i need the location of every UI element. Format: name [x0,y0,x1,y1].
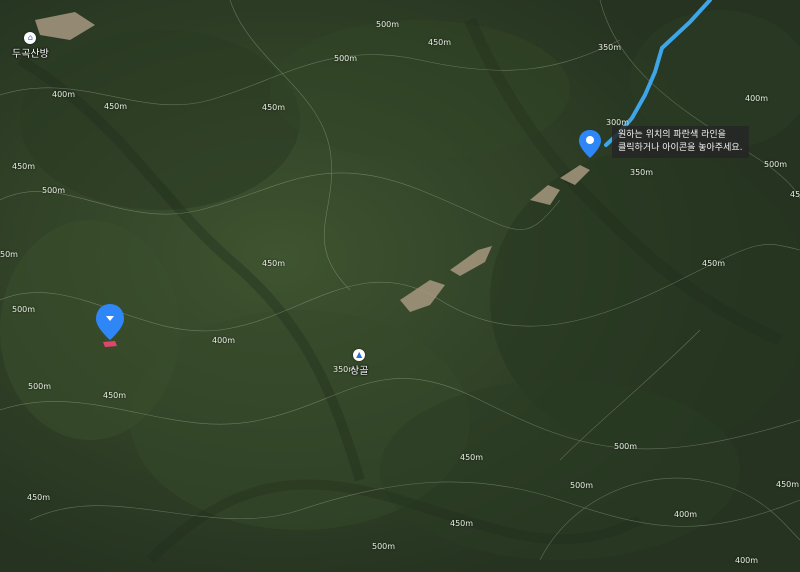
contour-label: 450m [428,38,452,47]
contour-label: 500m [334,54,358,63]
contour-label: 500m [570,481,594,490]
satellite-imagery [0,0,800,572]
contour-label: 500m [614,442,638,451]
contour-label: 500m [372,542,396,551]
contour-label: 500m [376,20,400,29]
contour-label: 450m [790,190,800,199]
contour-label: 450m [12,162,36,171]
contour-label: 350m [598,43,622,52]
contour-label: 400m [735,556,759,565]
contour-label: 500m [42,186,66,195]
contour-label: 400m [745,94,769,103]
pin-icon: ⌂ [24,32,37,44]
contour-label: 450m [262,259,286,268]
contour-label: 500m [28,382,52,391]
contour-label: 450m [702,259,726,268]
place-label: 상골 [350,366,369,377]
contour-label: 450m [450,519,474,528]
contour-label: 50m [0,250,18,259]
route-hint-tooltip: 원하는 위치의 파란색 라인을 클릭하거나 아이콘을 놓아주세요. [612,126,749,158]
contour-label: 500m [764,160,788,169]
contour-label: 450m [103,391,127,400]
place-label: 두곡산방 [12,49,49,60]
contour-label: 450m [27,493,51,502]
contour-label: 350m [630,168,654,177]
contour-label: 450m [104,102,128,111]
contour-label: 500m [12,305,36,314]
contour-label: 450m [262,103,286,112]
contour-label: 400m [52,90,76,99]
contour-label: 400m [212,336,236,345]
mountain-icon: ▲ [353,349,366,361]
contour-label: 400m [674,510,698,519]
place-sanggol[interactable]: ▲ 상골 [350,349,368,377]
contour-label: 450m [460,453,484,462]
contour-label: 450m [776,480,800,489]
map-canvas[interactable]: 500m 450m 350m 400m 450m 500m 450m 500m … [0,0,800,572]
place-dugoksanbang[interactable]: ⌂ 두곡산방 [12,32,49,60]
